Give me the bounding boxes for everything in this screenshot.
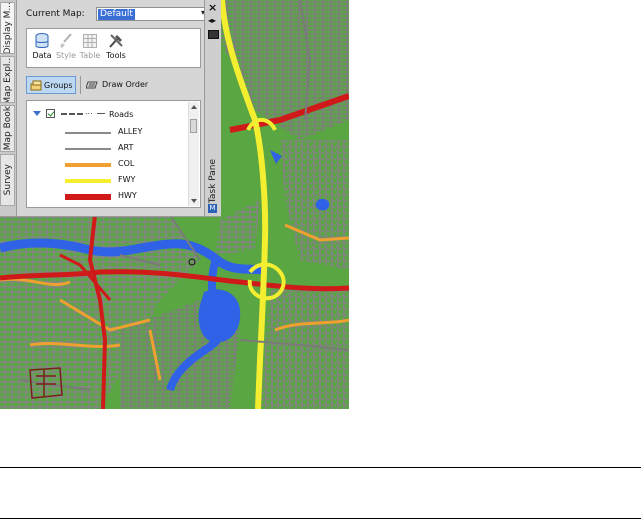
tab-label: Display M... [2,2,13,54]
table-icon [83,34,97,48]
pond [315,198,330,211]
current-map-dropdown[interactable]: Default ▾ [96,7,209,21]
legend-swatch [65,163,111,167]
collapse-arrow-icon[interactable] [33,111,41,116]
draw-order-icon [86,81,98,89]
scroll-up-icon[interactable] [191,105,197,109]
legend-swatch [65,194,111,200]
tab-survey[interactable]: Survey [0,154,15,206]
groups-icon [30,80,42,91]
properties-icon[interactable] [208,30,219,39]
legend-label: HWY [118,191,137,200]
scroll-thumb[interactable] [190,119,197,133]
task-pane: Display M... Map Expl... Map Book Survey… [0,0,221,217]
table-button[interactable]: Table [79,32,101,66]
layer-list-scrollbar[interactable] [188,102,199,206]
layer-list: ... Roads ALLEY ART COL FWY HWY [26,100,201,208]
close-icon[interactable]: × [208,1,217,14]
legend-swatch [65,179,111,183]
tools-button[interactable]: Tools [105,32,127,66]
database-icon [35,33,49,48]
data-button[interactable]: Data [31,32,53,66]
layer-visibility-checkbox[interactable] [46,109,55,118]
divider-line [0,467,641,468]
ellipsis-glyph: ... [85,107,93,116]
tools-label: Tools [106,51,126,60]
task-pane-menu-icon[interactable]: M [208,204,217,213]
draw-order-label: Draw Order [102,80,149,89]
legend-swatch [65,148,111,150]
data-label: Data [32,51,52,60]
style-button[interactable]: Style [55,32,77,66]
autohide-icon[interactable]: ◂▸ [208,16,216,25]
current-map-value: Default [98,9,135,20]
groups-button[interactable]: Groups [26,76,76,94]
display-manager-panel: Current Map: Default ▾ Data Style Table … [18,0,209,216]
display-manager-toolbar: Data Style Table Tools [26,28,201,68]
scroll-down-icon[interactable] [191,199,197,203]
tab-label: Map Book [2,106,13,151]
legend-label: ALLEY [118,127,143,136]
tab-label: Map Expl... [2,56,13,103]
toolbar-separator [80,76,81,94]
task-pane-title-text: Task Pane [208,158,218,204]
style-label: Style [55,51,77,60]
task-pane-title-strip: × ◂▸ Task Pane M [204,0,221,216]
legend-label: FWY [118,175,136,184]
layer-style-swatch [61,113,83,115]
layer-style-swatch-tail [97,113,105,114]
brush-icon [60,33,72,48]
groups-label: Groups [44,81,73,90]
tab-display-manager[interactable]: Display M... [0,2,15,54]
task-pane-tab-strip: Display M... Map Expl... Map Book Survey [0,0,17,216]
table-label: Table [79,51,101,60]
tools-icon [109,34,123,48]
layer-name: Roads [109,110,134,119]
legend-swatch [65,132,111,134]
legend-label: COL [118,159,135,168]
divider-line [0,518,641,519]
tab-map-book[interactable]: Map Book [0,105,15,152]
task-pane-title: Task Pane [206,158,220,204]
draw-order-button[interactable]: Draw Order [84,76,154,94]
current-map-label: Current Map: [26,9,85,19]
tab-label: Survey [2,164,13,196]
tab-map-explorer[interactable]: Map Expl... [0,56,15,103]
legend-label: ART [118,143,134,152]
